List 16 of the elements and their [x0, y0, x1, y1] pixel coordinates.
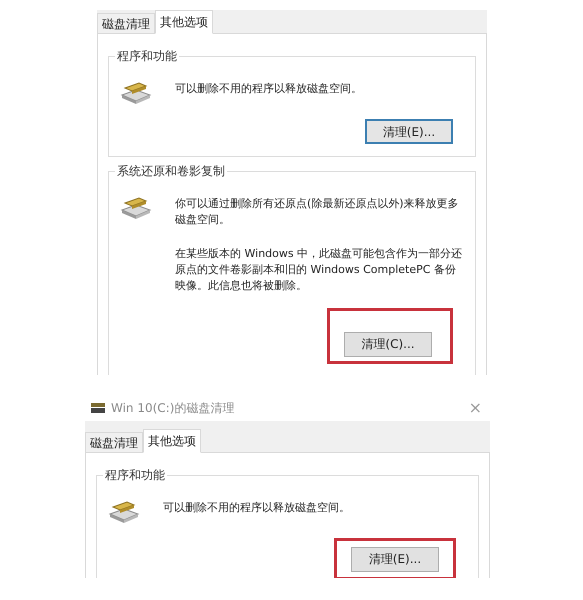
tab[interactable]: 其他选项: [155, 10, 213, 34]
description-text: 在某些版本的 Windows 中，此磁盘可能包含作为一部分还原点的文件卷影副本和旧的 Windows CompletePC 备份映像。此信息也将被删除。: [175, 246, 464, 294]
description-text: 可以删除不用的程序以释放磁盘空间。: [175, 81, 363, 97]
tab[interactable]: 磁盘清理: [85, 432, 143, 453]
cleanup-button[interactable]: 清理(C)...: [344, 332, 432, 356]
cleanup-button[interactable]: 清理(E)...: [365, 119, 453, 144]
group-legend: 程序和功能: [103, 467, 167, 483]
tab[interactable]: 磁盘清理: [97, 13, 155, 34]
group-legend: 程序和功能: [115, 48, 179, 64]
tab[interactable]: 其他选项: [143, 429, 201, 453]
description-text: 你可以通过删除所有还原点(除最新还原点以外)来释放更多磁盘空间。: [175, 196, 460, 228]
drive-icon: [91, 403, 105, 413]
cleanup-button[interactable]: 清理(E)...: [351, 546, 439, 572]
window-title: Win 10(C:)的磁盘清理: [111, 400, 234, 417]
group-legend: 系统还原和卷影复制: [115, 163, 227, 179]
description-text: 可以删除不用的程序以释放磁盘空间。: [163, 500, 351, 516]
